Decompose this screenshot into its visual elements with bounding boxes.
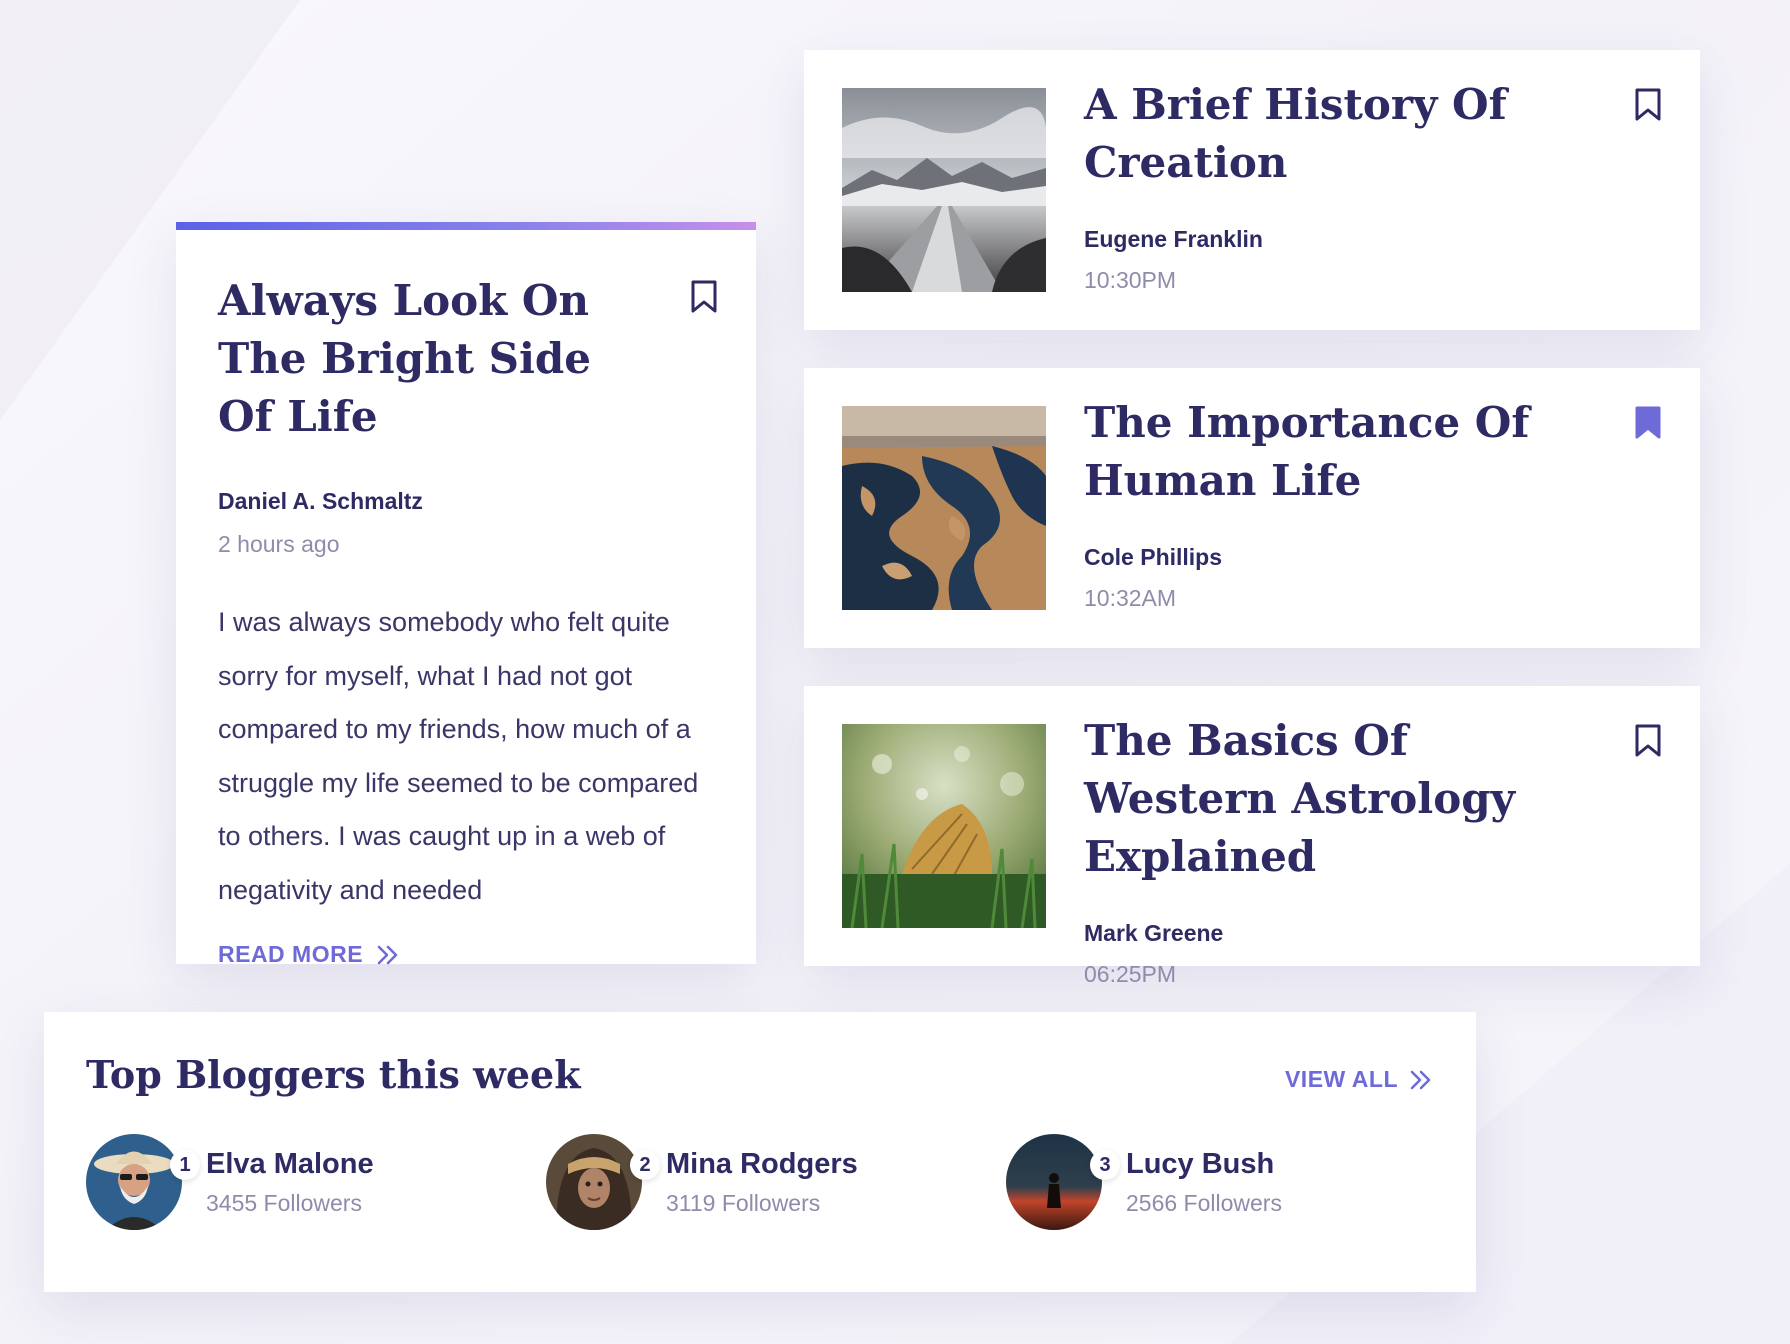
blogger-followers: 3455 Followers <box>206 1190 362 1216</box>
bookmark-icon[interactable] <box>690 280 718 314</box>
blogger-name[interactable]: Mina Rodgers <box>666 1148 858 1181</box>
article-title[interactable]: A Brief History Of Creation <box>1084 76 1604 192</box>
featured-title[interactable]: Always Look On The Bright Side Of Life <box>218 272 658 446</box>
featured-excerpt: I was always somebody who felt quite sor… <box>218 607 699 905</box>
view-all-link[interactable]: VIEW ALL <box>1285 1066 1432 1093</box>
bookmark-filled-icon[interactable] <box>1634 406 1662 440</box>
read-more-label: READ MORE <box>218 941 364 967</box>
blogger-item[interactable]: 3 Lucy Bush 2566 Followers <box>1006 1134 1426 1230</box>
avatar[interactable] <box>86 1134 182 1230</box>
double-chevron-right-icon <box>377 945 398 964</box>
rank-badge: 2 <box>630 1150 660 1180</box>
avatar[interactable] <box>546 1134 642 1230</box>
view-all-label: VIEW ALL <box>1284 1066 1398 1092</box>
blogger-item[interactable]: 1 Elva Malone 3455 Followers <box>86 1134 506 1230</box>
top-bloggers-panel: Top Bloggers this week VIEW ALL 1 Elva M… <box>44 1012 1476 1292</box>
article-author: Eugene Franklin <box>1084 226 1263 252</box>
article-author: Mark Greene <box>1084 920 1224 946</box>
article-author: Cole Phillips <box>1084 544 1223 570</box>
autumn-leaf-image <box>842 724 1046 928</box>
blogger-name[interactable]: Lucy Bush <box>1126 1148 1274 1181</box>
featured-article-card[interactable]: Always Look On The Bright Side Of Life D… <box>176 222 756 967</box>
double-chevron-right-icon <box>1410 1070 1431 1089</box>
bookmark-icon[interactable] <box>1634 88 1662 122</box>
article-card[interactable]: The Basics Of Western Astrology Explaine… <box>804 686 1700 987</box>
article-title[interactable]: The Importance Of Human Life <box>1084 394 1604 510</box>
bloggers-title: Top Bloggers this week <box>86 1052 581 1097</box>
blogger-item[interactable]: 2 Mina Rodgers 3119 Followers <box>546 1134 966 1230</box>
read-more-link[interactable]: READ MORE <box>218 941 399 968</box>
lake-aerial-image <box>842 406 1046 610</box>
article-card[interactable]: A Brief History Of Creation Eugene Frank… <box>804 50 1700 330</box>
featured-author: Daniel A. Schmaltz <box>218 488 423 514</box>
rank-badge: 3 <box>1090 1150 1120 1180</box>
blogger-followers: 2566 Followers <box>1126 1190 1282 1216</box>
bookmark-icon[interactable] <box>1634 724 1662 758</box>
blogger-followers: 3119 Followers <box>666 1190 821 1216</box>
blogger-name[interactable]: Elva Malone <box>206 1148 374 1181</box>
article-card[interactable]: The Importance Of Human Life Cole Philli… <box>804 368 1700 648</box>
article-time: 10:30PM <box>1084 267 1177 293</box>
featured-accent-bar <box>176 222 756 230</box>
article-title[interactable]: The Basics Of Western Astrology Explaine… <box>1084 712 1604 886</box>
rank-badge: 1 <box>170 1150 200 1180</box>
featured-time: 2 hours ago <box>218 531 340 557</box>
article-time: 06:25PM <box>1084 961 1177 987</box>
avatar[interactable] <box>1006 1134 1102 1230</box>
article-time: 10:32AM <box>1084 585 1177 611</box>
snowy-road-image <box>842 88 1046 292</box>
